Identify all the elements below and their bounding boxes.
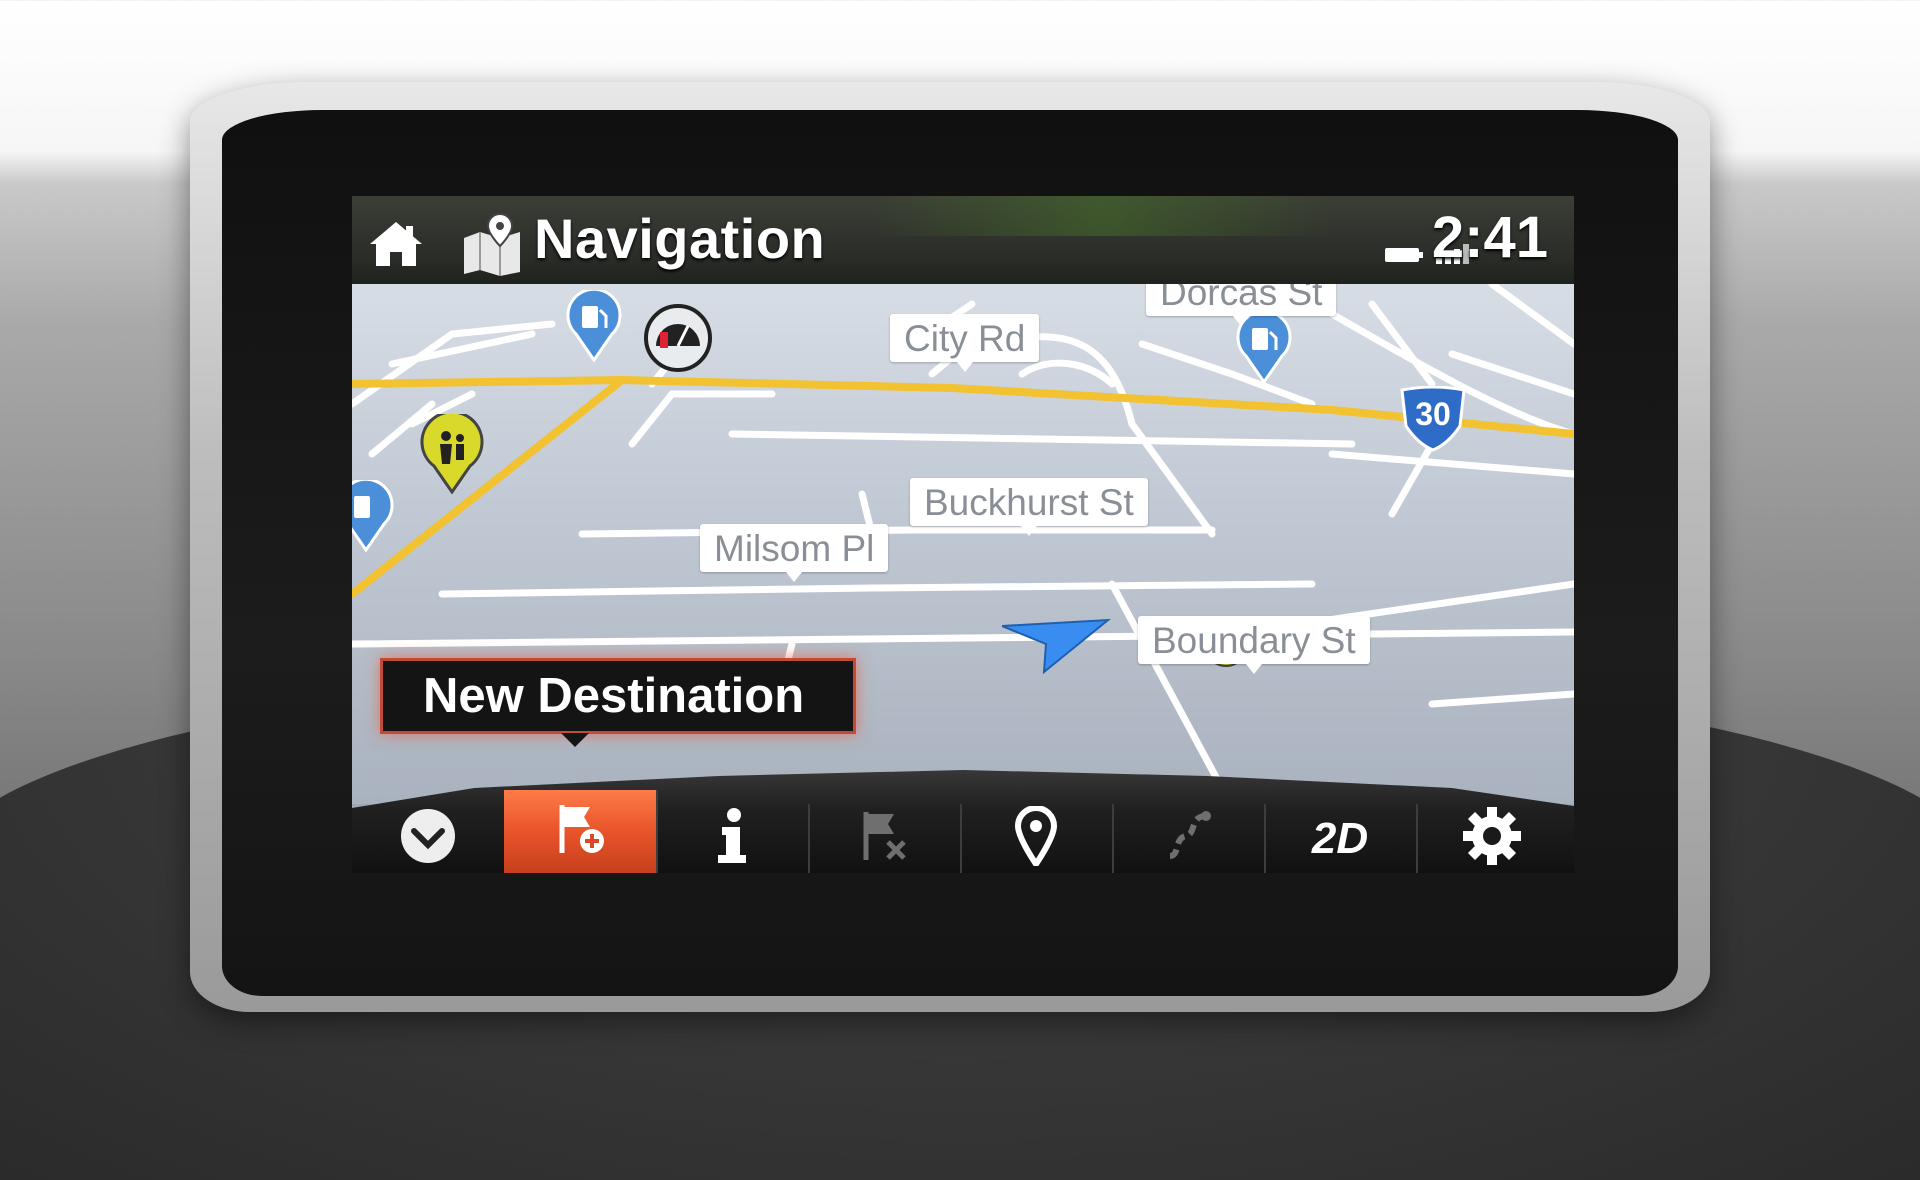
new-destination-tooltip: New Destination [380, 658, 856, 747]
info-icon [712, 807, 752, 870]
gear-icon [1461, 805, 1523, 872]
view-mode-button[interactable]: 2D [1264, 804, 1418, 873]
2d-view-icon: 2D [1311, 813, 1369, 863]
location-pin-icon [1014, 805, 1058, 871]
flag-x-icon [856, 808, 912, 869]
collapse-button[interactable] [352, 804, 506, 873]
route-button[interactable] [1112, 804, 1266, 873]
battery-icon [1384, 246, 1424, 269]
flag-plus-icon [552, 801, 608, 862]
info-button[interactable] [656, 804, 810, 873]
header-bar: Navigation 2:41 [352, 196, 1574, 284]
chevron-down-icon [397, 805, 459, 872]
route-icon [1160, 808, 1216, 869]
new-destination-button[interactable] [504, 790, 658, 873]
map-horizon [872, 196, 1332, 236]
road-label: Milsom Pl [700, 524, 889, 582]
page-title: Navigation [534, 207, 826, 270]
highway-shield-number: 30 [1415, 396, 1451, 432]
home-icon[interactable] [366, 218, 426, 273]
clock: 2:41 [1431, 205, 1548, 270]
navigation-map-icon [460, 212, 524, 281]
road-label: Boundary St [1138, 616, 1370, 674]
infotainment-screen: Dorcas St City Rd Buckhurst St Milsom Pl… [352, 196, 1574, 873]
road-label: Buckhurst St [910, 478, 1148, 536]
road-label: City Rd [890, 314, 1040, 372]
location-button[interactable] [960, 804, 1114, 873]
cancel-route-button[interactable] [808, 804, 962, 873]
settings-button[interactable] [1416, 804, 1568, 873]
